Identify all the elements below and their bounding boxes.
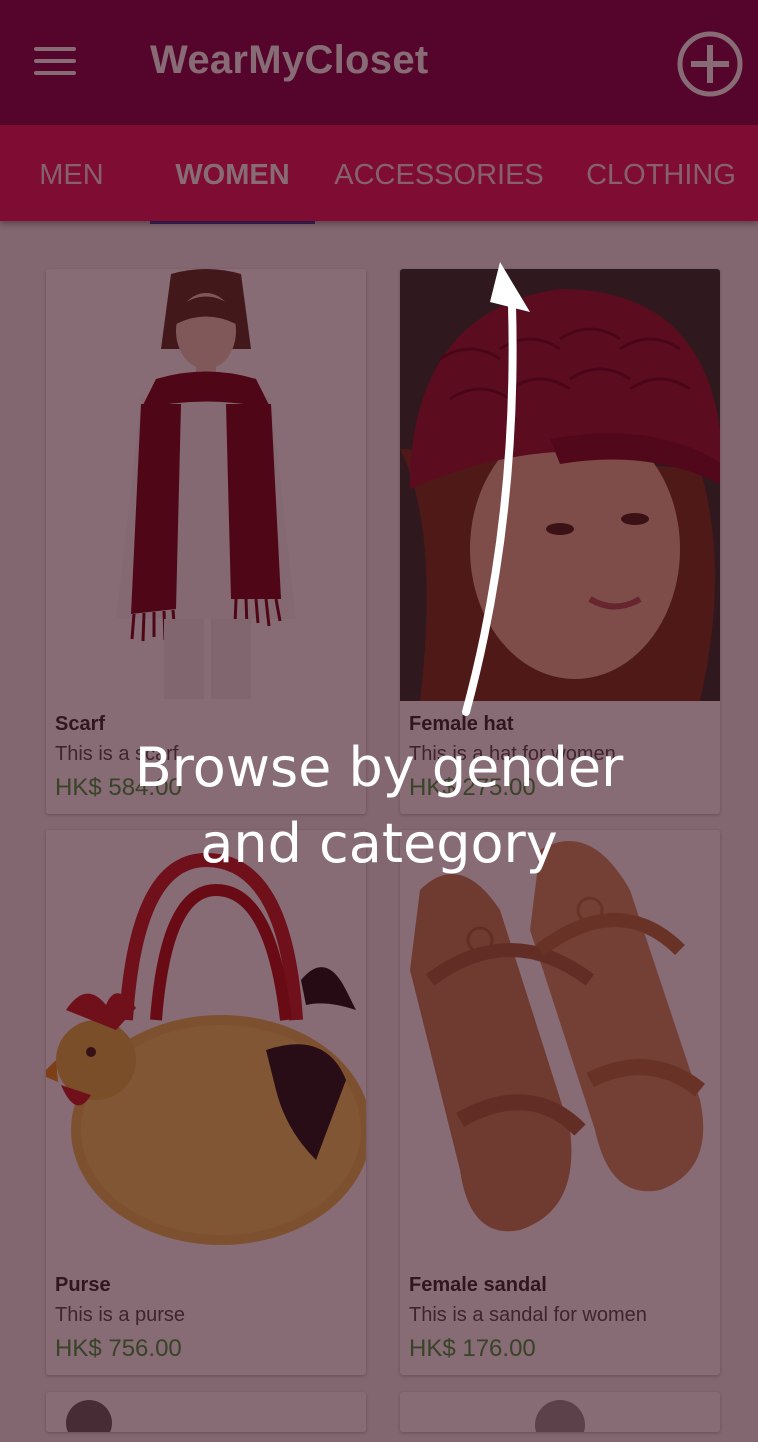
product-card[interactable]: Female sandal This is a sandal for women… xyxy=(400,830,720,1375)
category-tabs: MEN WOMEN ACCESSORIES CLOTHING xyxy=(0,125,758,221)
product-thumbnail xyxy=(66,1400,112,1432)
product-price: HK$ 176.00 xyxy=(409,1335,536,1362)
scarf-photo xyxy=(46,269,366,701)
tab-men[interactable]: MEN xyxy=(0,125,143,221)
product-price: HK$ 756.00 xyxy=(55,1335,182,1362)
product-name: Purse xyxy=(55,1274,111,1296)
product-thumbnail xyxy=(535,1400,585,1432)
product-name: Female sandal xyxy=(409,1274,547,1296)
app-bar: WearMyCloset xyxy=(0,0,758,125)
add-circle-icon[interactable] xyxy=(676,30,744,98)
coachmark-line-2: and category xyxy=(200,812,558,875)
product-card[interactable]: Purse This is a purse HK$ 756.00 xyxy=(46,830,366,1375)
sandal-photo xyxy=(400,830,720,1262)
tab-clothing[interactable]: CLOTHING xyxy=(570,125,752,221)
hat-photo xyxy=(400,269,720,701)
purse-photo xyxy=(46,830,366,1262)
tab-accessories[interactable]: ACCESSORIES xyxy=(330,125,548,221)
product-card[interactable] xyxy=(400,1392,720,1432)
app-title: WearMyCloset xyxy=(150,38,429,82)
product-card[interactable] xyxy=(46,1392,366,1432)
coachmark-line-1: Browse by gender xyxy=(134,736,624,799)
tab-women[interactable]: WOMEN xyxy=(150,125,315,221)
product-description: This is a purse xyxy=(55,1304,186,1326)
product-description: This is a sandal for women xyxy=(409,1304,647,1326)
menu-icon[interactable] xyxy=(34,44,76,78)
coachmark-text: Browse by gender and category xyxy=(0,730,758,882)
